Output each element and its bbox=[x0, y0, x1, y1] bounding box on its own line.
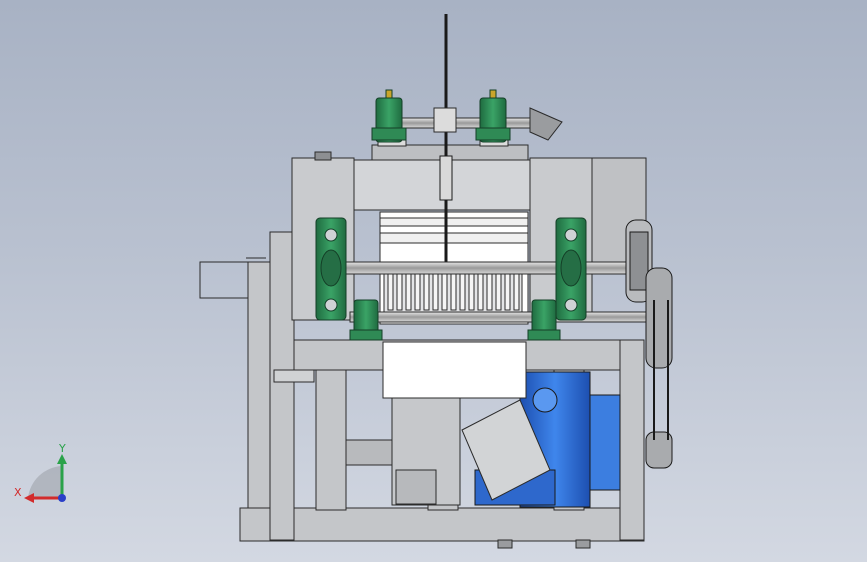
z-axis-dot bbox=[58, 494, 66, 502]
lower-bearing-left bbox=[349, 299, 383, 341]
discharge-chute bbox=[382, 341, 527, 399]
xy-plane-arc bbox=[28, 466, 62, 498]
upper-bearing-left bbox=[371, 89, 407, 143]
coordinate-triad: Y X bbox=[14, 442, 67, 503]
lower-bearing-right bbox=[527, 299, 561, 341]
side-bearing-right bbox=[555, 217, 587, 321]
x-axis-label: X bbox=[14, 486, 22, 499]
machine-assembly-drawing bbox=[199, 14, 673, 549]
upper-bearing-right bbox=[475, 89, 511, 143]
y-axis-label: Y bbox=[58, 442, 66, 455]
cad-viewport[interactable]: Y X bbox=[0, 0, 867, 562]
side-bearing-left bbox=[315, 217, 347, 321]
